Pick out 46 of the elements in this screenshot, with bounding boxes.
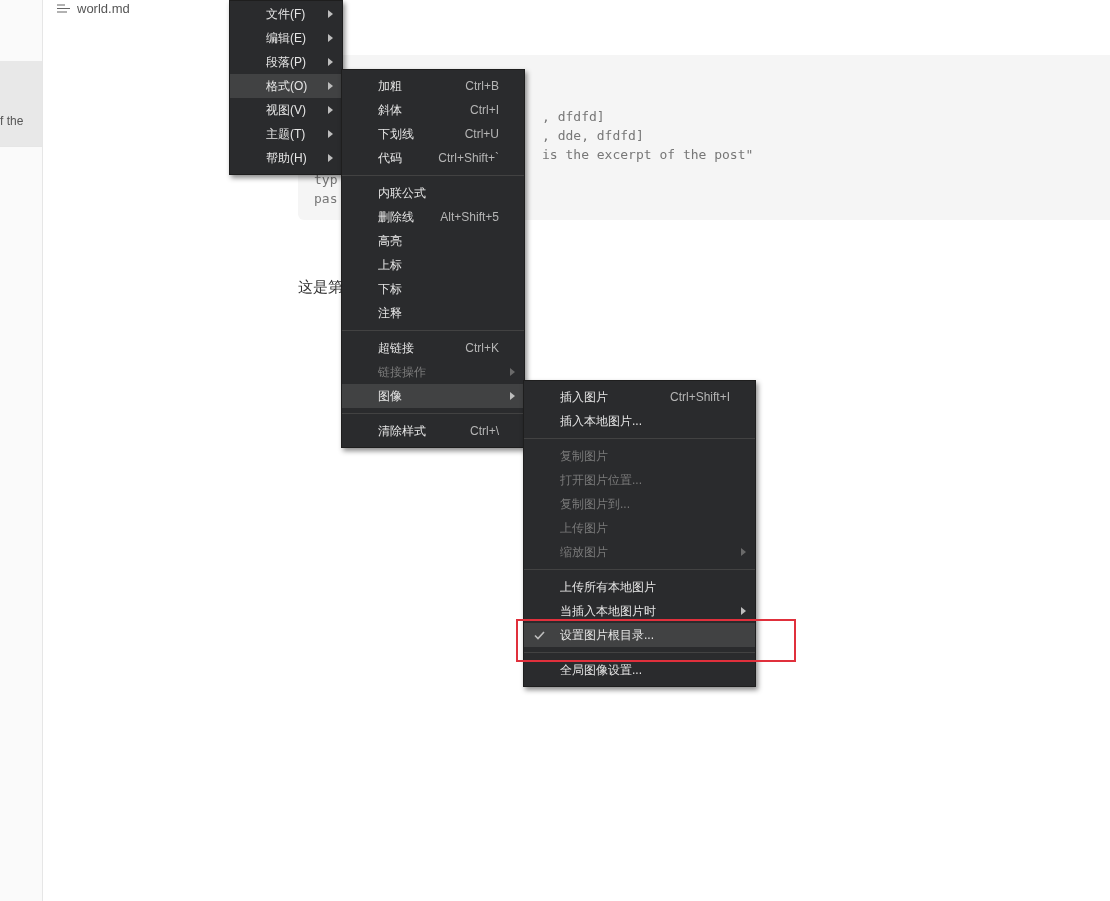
menu-item[interactable]: 图像: [342, 384, 524, 408]
menu-item[interactable]: 设置图片根目录...: [524, 623, 755, 647]
file-title: world.md: [77, 0, 130, 18]
submenu-arrow-icon: [741, 548, 746, 556]
code-line: pas: [314, 191, 338, 206]
code-line: is the excerpt of the post": [542, 147, 754, 162]
code-line: typ: [314, 172, 338, 187]
submenu-arrow-icon: [328, 58, 333, 66]
file-list-item[interactable]: f the: [0, 61, 42, 147]
menu-item[interactable]: 上标: [342, 253, 524, 277]
submenu-arrow-icon: [328, 34, 333, 42]
menu-item[interactable]: 删除线 Alt+Shift+5: [342, 205, 524, 229]
submenu-arrow-icon: [328, 82, 333, 90]
menu-item[interactable]: 插入本地图片...: [524, 409, 755, 433]
outline-icon[interactable]: [57, 4, 70, 13]
menu-item[interactable]: 下标: [342, 277, 524, 301]
submenu-arrow-icon: [328, 130, 333, 138]
menu-item[interactable]: 全局图像设置...: [524, 658, 755, 682]
menu-item[interactable]: 编辑(E): [230, 26, 342, 50]
menu-item[interactable]: 帮助(H): [230, 146, 342, 170]
menu-item[interactable]: 超链接 Ctrl+K: [342, 336, 524, 360]
menu-item[interactable]: 格式(O): [230, 74, 342, 98]
menu-item[interactable]: 段落(P): [230, 50, 342, 74]
menu-item[interactable]: 高亮: [342, 229, 524, 253]
submenu-arrow-icon: [328, 154, 333, 162]
menu-item[interactable]: 加粗 Ctrl+B: [342, 74, 524, 98]
menu-item[interactable]: 清除样式 Ctrl+\: [342, 419, 524, 443]
submenu-arrow-icon: [741, 607, 746, 615]
submenu-arrow-icon: [328, 10, 333, 18]
code-line: , dde, dfdfd]: [542, 128, 644, 143]
menu-item[interactable]: 内联公式: [342, 181, 524, 205]
submenu-arrow-icon: [328, 106, 333, 114]
menu-item[interactable]: 斜体 Ctrl+I: [342, 98, 524, 122]
menu-item[interactable]: 主题(T): [230, 122, 342, 146]
code-line: , dfdfd]: [542, 109, 605, 124]
menu-item[interactable]: 视图(V): [230, 98, 342, 122]
submenu-arrow-icon: [510, 368, 515, 376]
menu-item[interactable]: 代码 Ctrl+Shift+`: [342, 146, 524, 170]
checkmark-icon: [534, 631, 545, 640]
submenu-arrow-icon: [510, 392, 515, 400]
menu-item[interactable]: 下划线 Ctrl+U: [342, 122, 524, 146]
menu-item[interactable]: 当插入本地图片时: [524, 599, 755, 623]
menu-item[interactable]: 注释: [342, 301, 524, 325]
menu-item[interactable]: 文件(F): [230, 2, 342, 26]
menu-item[interactable]: 上传所有本地图片: [524, 575, 755, 599]
menu-item[interactable]: 插入图片 Ctrl+Shift+I: [524, 385, 755, 409]
